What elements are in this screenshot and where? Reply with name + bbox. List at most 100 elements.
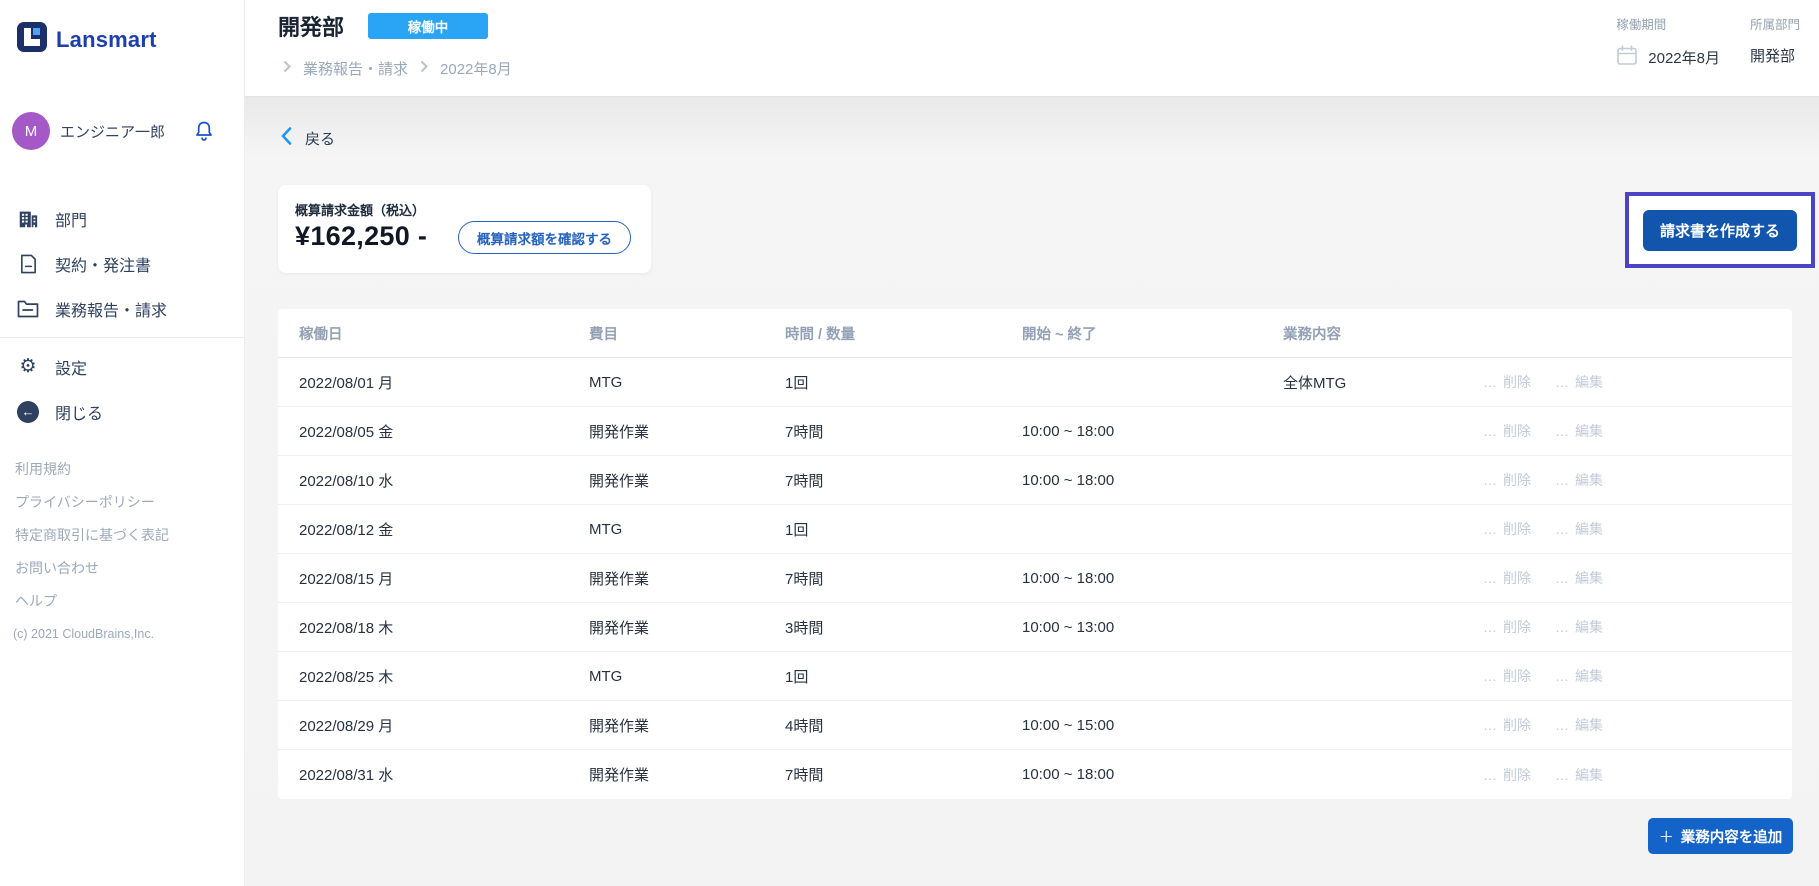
- breadcrumb-item-month[interactable]: 2022年8月: [440, 58, 512, 79]
- delete-link[interactable]: … 削除: [1483, 715, 1531, 735]
- cell-work-date: 2022/08/15 月: [299, 568, 589, 589]
- billing-amount-label: 概算請求金額（税込）: [295, 200, 425, 219]
- sidebar-item-contracts[interactable]: 契約・発注書: [0, 241, 244, 286]
- delete-link[interactable]: … 削除: [1483, 519, 1531, 539]
- cell-work-date: 2022/08/05 金: [299, 421, 589, 442]
- delete-link[interactable]: … 削除: [1483, 372, 1531, 392]
- cell-expense-item: 開発作業: [589, 617, 785, 638]
- cell-time-quantity: 1回: [785, 519, 1022, 540]
- chevron-right-icon: [283, 60, 291, 77]
- cell-start-end: 10:00 ~ 18:00: [1022, 472, 1283, 489]
- delete-link[interactable]: … 削除: [1483, 470, 1531, 490]
- sidebar-divider: [0, 337, 244, 338]
- sidebar-item-label: 部門: [55, 207, 87, 231]
- cell-work-date: 2022/08/12 金: [299, 519, 589, 540]
- edit-link[interactable]: … 編集: [1555, 715, 1603, 735]
- sidebar-item-label: 閉じる: [55, 400, 103, 424]
- sidebar-item-settings[interactable]: ⚙ 設定: [0, 344, 244, 389]
- cell-expense-item: MTG: [589, 521, 785, 538]
- main-content: 戻る 概算請求金額（税込） ¥162,250 - 概算請求額を確認する 請求書を…: [245, 97, 1819, 886]
- cell-start-end: 10:00 ~ 18:00: [1022, 766, 1283, 783]
- delete-link[interactable]: … 削除: [1483, 666, 1531, 686]
- working-period-label: 稼働期間: [1616, 14, 1720, 33]
- lansmart-logo-icon: [17, 22, 47, 57]
- edit-link[interactable]: … 編集: [1555, 617, 1603, 637]
- ellipsis-icon: …: [1483, 374, 1498, 390]
- column-header-start-end: 開始 ~ 終了: [1022, 323, 1283, 344]
- ellipsis-icon: …: [1483, 619, 1498, 635]
- page-header: 開発部 稼働中 業務報告・請求 2022年8月 稼働期間: [245, 0, 1819, 97]
- cell-time-quantity: 1回: [785, 666, 1022, 687]
- edit-link[interactable]: … 編集: [1555, 470, 1603, 490]
- avatar[interactable]: M: [12, 112, 50, 150]
- delete-link[interactable]: … 削除: [1483, 765, 1531, 785]
- document-icon: [16, 253, 40, 275]
- ellipsis-icon: …: [1555, 521, 1570, 537]
- ellipsis-icon: …: [1555, 570, 1570, 586]
- privacy-policy-link[interactable]: プライバシーポリシー: [0, 485, 244, 518]
- edit-link[interactable]: … 編集: [1555, 372, 1603, 392]
- logo[interactable]: Lansmart: [17, 22, 228, 57]
- chevron-right-icon: [420, 60, 428, 77]
- column-header-work-description: 業務内容: [1283, 323, 1483, 344]
- edit-link[interactable]: … 編集: [1555, 421, 1603, 441]
- delete-link[interactable]: … 削除: [1483, 568, 1531, 588]
- building-icon: [16, 208, 40, 230]
- cell-time-quantity: 7時間: [785, 421, 1022, 442]
- sidebar-item-collapse[interactable]: ← 閉じる: [0, 389, 244, 434]
- ellipsis-icon: …: [1555, 717, 1570, 733]
- sidebar-item-work-reports[interactable]: 業務報告・請求: [0, 286, 244, 331]
- table-row: 2022/08/15 月 開発作業 7時間 10:00 ~ 18:00 … 削除…: [278, 554, 1792, 603]
- cell-work-date: 2022/08/01 月: [299, 372, 589, 393]
- edit-link[interactable]: … 編集: [1555, 666, 1603, 686]
- table-row: 2022/08/01 月 MTG 1回 全体MTG … 削除 … 編集: [278, 358, 1792, 407]
- cell-expense-item: MTG: [589, 668, 785, 685]
- ellipsis-icon: …: [1555, 472, 1570, 488]
- column-header-work-date: 稼働日: [299, 323, 589, 344]
- folder-icon: [16, 299, 40, 318]
- ellipsis-icon: …: [1555, 668, 1570, 684]
- create-invoice-highlight: 請求書を作成する: [1625, 192, 1815, 268]
- delete-link[interactable]: … 削除: [1483, 421, 1531, 441]
- cell-work-date: 2022/08/18 木: [299, 617, 589, 638]
- table-row: 2022/08/10 水 開発作業 7時間 10:00 ~ 18:00 … 削除…: [278, 456, 1792, 505]
- create-invoice-button[interactable]: 請求書を作成する: [1643, 210, 1797, 251]
- edit-link[interactable]: … 編集: [1555, 568, 1603, 588]
- cell-time-quantity: 7時間: [785, 470, 1022, 491]
- plus-icon: ＋: [1659, 826, 1674, 847]
- help-link[interactable]: ヘルプ: [0, 584, 244, 617]
- back-button[interactable]: 戻る: [281, 127, 335, 149]
- chevron-left-icon: [281, 127, 292, 149]
- terms-link[interactable]: 利用規約: [0, 452, 244, 485]
- working-period-value: 2022年8月: [1648, 47, 1720, 68]
- ellipsis-icon: …: [1483, 570, 1498, 586]
- add-work-item-button[interactable]: ＋ 業務内容を追加: [1648, 818, 1793, 854]
- delete-link[interactable]: … 削除: [1483, 617, 1531, 637]
- confirm-billing-button[interactable]: 概算請求額を確認する: [458, 221, 631, 254]
- breadcrumb-item-work-reports[interactable]: 業務報告・請求: [303, 58, 408, 79]
- cell-start-end: 10:00 ~ 13:00: [1022, 619, 1283, 636]
- sidebar-item-departments[interactable]: 部門: [0, 196, 244, 241]
- cell-time-quantity: 1回: [785, 372, 1022, 393]
- table-header-row: 稼働日 費目 時間 / 数量 開始 ~ 終了 業務内容: [278, 309, 1792, 358]
- table-row: 2022/08/31 水 開発作業 7時間 10:00 ~ 18:00 … 削除…: [278, 750, 1792, 799]
- edit-link[interactable]: … 編集: [1555, 765, 1603, 785]
- brand-name: Lansmart: [56, 27, 157, 53]
- edit-link[interactable]: … 編集: [1555, 519, 1603, 539]
- cell-work-date: 2022/08/25 木: [299, 666, 589, 687]
- contact-link[interactable]: お問い合わせ: [0, 551, 244, 584]
- ellipsis-icon: …: [1483, 767, 1498, 783]
- cell-expense-item: 開発作業: [589, 568, 785, 589]
- billing-summary-card: 概算請求金額（税込） ¥162,250 - 概算請求額を確認する: [278, 185, 651, 273]
- cell-expense-item: 開発作業: [589, 470, 785, 491]
- calendar-icon: [1616, 45, 1638, 70]
- cell-expense-item: MTG: [589, 374, 785, 391]
- cell-time-quantity: 3時間: [785, 617, 1022, 638]
- commercial-law-link[interactable]: 特定商取引に基づく表記: [0, 518, 244, 551]
- department-value: 開発部: [1750, 45, 1795, 66]
- bell-icon[interactable]: [194, 120, 214, 142]
- cell-expense-item: 開発作業: [589, 421, 785, 442]
- ellipsis-icon: …: [1483, 717, 1498, 733]
- ellipsis-icon: …: [1555, 423, 1570, 439]
- cell-time-quantity: 7時間: [785, 764, 1022, 785]
